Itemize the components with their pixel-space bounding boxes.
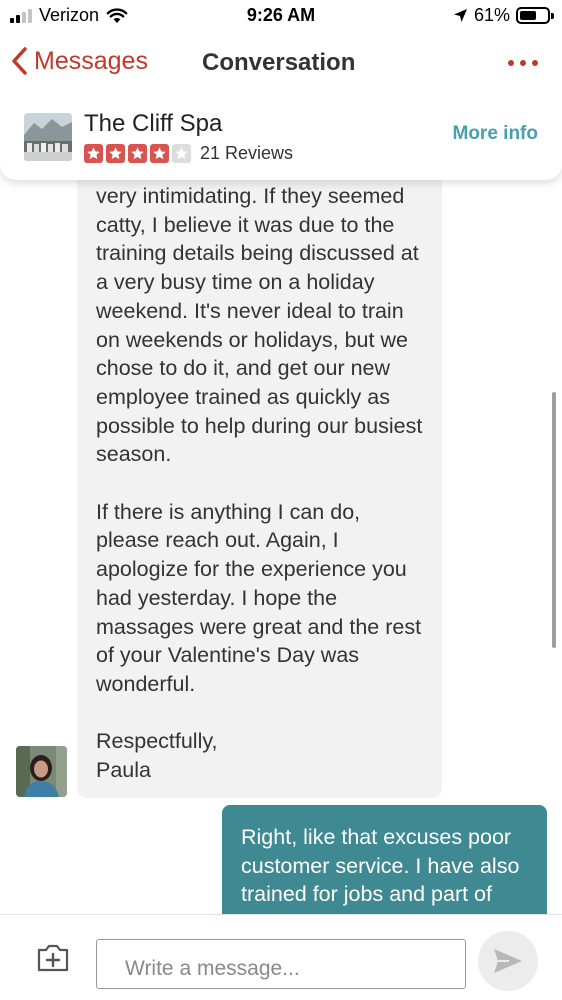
scrollbar[interactable] — [552, 392, 556, 648]
reviews-count[interactable]: 21 Reviews — [200, 143, 293, 164]
sender-avatar[interactable] — [16, 746, 67, 797]
incoming-message-text: very intimidating. If they seemed catty,… — [96, 184, 423, 783]
message-list[interactable]: very intimidating. If they seemed catty,… — [0, 172, 562, 914]
outgoing-message-text: Right, like that excuses poor customer s… — [241, 825, 526, 907]
business-header: The Cliff Spa 21 Reviews More info — [0, 98, 562, 180]
star-empty-icon — [172, 144, 191, 163]
more-info-link[interactable]: More info — [453, 123, 539, 145]
star-rating: 21 Reviews — [84, 143, 293, 164]
back-label: Messages — [34, 46, 148, 75]
stars-row — [84, 144, 191, 163]
message-input[interactable] — [96, 939, 466, 989]
send-button[interactable] — [478, 931, 538, 991]
star-filled-icon — [106, 144, 125, 163]
nav-bar: Messages Conversation — [0, 32, 562, 98]
status-right: 61% — [453, 5, 554, 26]
add-photo-icon — [37, 944, 69, 972]
add-photo-button[interactable] — [36, 943, 70, 978]
battery-percent: 61% — [473, 5, 510, 25]
send-icon — [494, 949, 522, 973]
business-name[interactable]: The Cliff Spa — [84, 110, 222, 138]
status-bar: Verizon 9:26 AM 61% — [0, 0, 562, 32]
incoming-message-bubble: very intimidating. If they seemed catty,… — [77, 172, 442, 798]
conversation-screen: Verizon 9:26 AM 61% Messages Conversatio… — [0, 0, 562, 1000]
location-arrow-icon — [453, 9, 467, 22]
battery-icon — [516, 7, 554, 24]
page-title: Conversation — [202, 49, 356, 76]
business-photo[interactable] — [24, 113, 72, 161]
battery-fill — [520, 11, 536, 20]
chevron-left-icon — [12, 47, 27, 75]
star-filled-icon — [84, 144, 103, 163]
star-filled-icon — [150, 144, 169, 163]
composer-bar — [0, 914, 562, 1000]
star-filled-icon — [128, 144, 147, 163]
back-button[interactable]: Messages — [10, 46, 148, 76]
more-dots-icon[interactable] — [508, 60, 538, 66]
outgoing-message-bubble: Right, like that excuses poor customer s… — [222, 805, 547, 914]
battery-tip — [551, 13, 554, 19]
